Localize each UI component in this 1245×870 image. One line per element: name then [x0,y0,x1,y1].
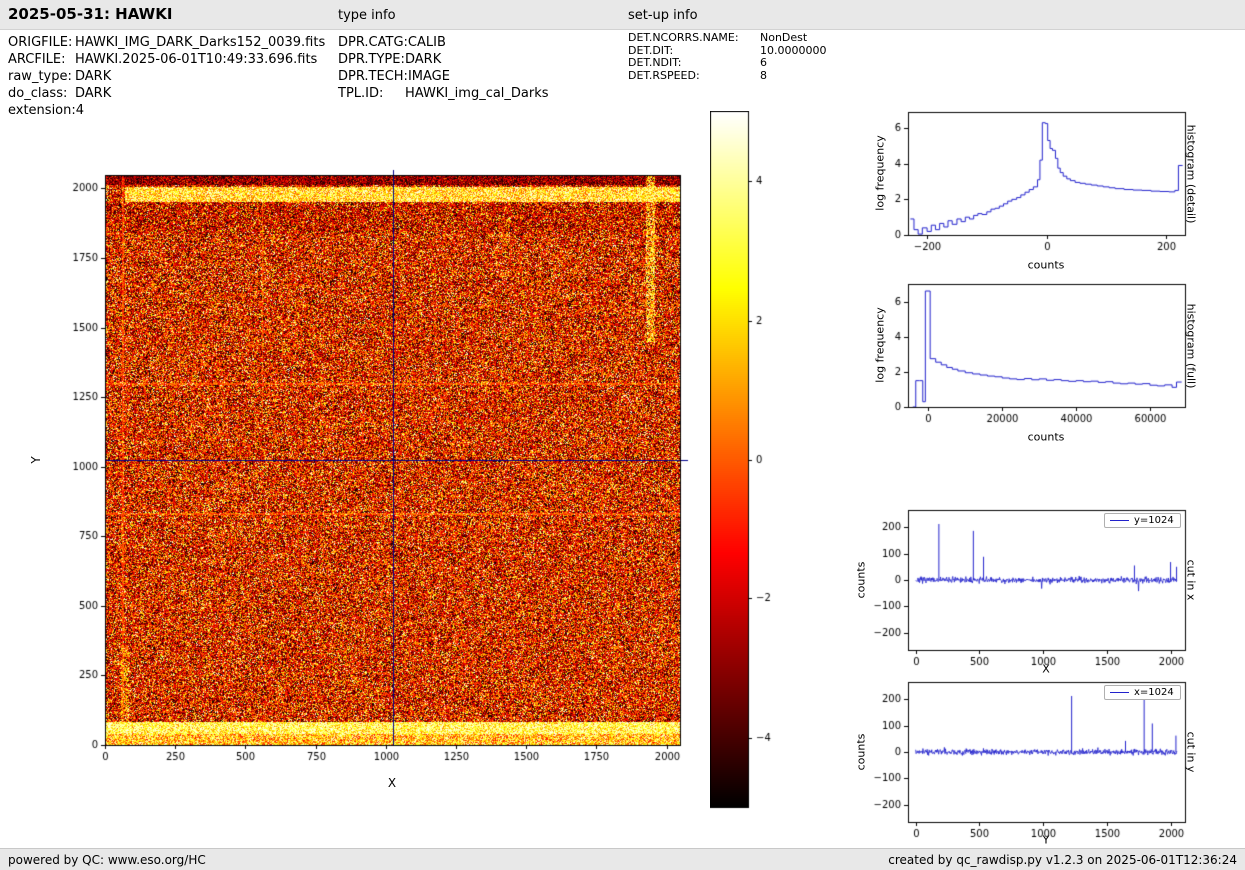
meta-label: extension: [8,103,76,118]
cut-y-right-label: cut in y [1184,731,1198,773]
hist-full-y-label: log frequency [873,307,887,383]
meta-label: DET.NCORRS.NAME: [628,31,739,44]
hist-detail-right-label: histogram (detail) [1184,124,1198,224]
meta-row-ncorrs: DET.NCORRS.NAME: NonDest [628,31,826,45]
type-info-heading: type info [338,8,396,23]
meta-label: do_class: [8,86,68,101]
hist-detail-x-label: counts [1027,258,1065,272]
cut-y-legend-line-icon [1110,692,1129,693]
meta-value: CALIB [407,35,446,50]
meta-row-do-class: do_class: DARK [8,85,325,102]
meta-row-origfile: ORIGFILE: HAWKI_IMG_DARK_Darks152_0039.f… [8,34,325,51]
hist-full-right-label: histogram (full) [1184,303,1198,389]
colorbar-canvas [710,111,780,811]
meta-row-raw-type: raw_type: DARK [8,68,325,85]
meta-label: DET.RSPEED: [628,68,700,82]
meta-value: HAWKI_IMG_DARK_Darks152_0039.fits [75,35,326,50]
cut-y-y-label: counts [854,733,868,771]
meta-value: NonDest [760,31,808,44]
meta-label: ORIGFILE: [8,35,73,50]
qc-report-page: 2025-05-31: HAWKI type info set-up info … [0,0,1245,870]
meta-row-dpr-type: DPR.TYPE: DARK [338,51,549,68]
meta-value: 8 [760,68,767,82]
page-title: 2025-05-31: HAWKI [8,5,173,23]
detector-image-canvas [60,167,700,782]
meta-value: 4 [75,103,85,118]
cut-x-legend-line-icon [1110,520,1129,521]
meta-label: DPR.TYPE: [338,52,405,67]
meta-row-tpl-id: TPL.ID: HAWKI_img_cal_Darks [338,85,549,102]
meta-label: TPL.ID: [338,86,384,101]
meta-row-dpr-tech: DPR.TECH: IMAGE [338,68,549,85]
hist-full-x-label: counts [1027,430,1065,444]
meta-row-dpr-catg: DPR.CATG: CALIB [338,34,549,51]
meta-label: raw_type: [8,69,72,84]
meta-value: HAWKI_img_cal_Darks [405,86,549,101]
cut-x-y-label: counts [854,561,868,599]
image-x-axis-label: X [387,776,397,790]
histogram-full-canvas [858,276,1193,436]
setup-info-block: DET.NCORRS.NAME: NonDest DET.DIT: 10.000… [628,31,827,83]
meta-label: ARCFILE: [8,52,66,67]
meta-label: DPR.TECH: [338,69,408,84]
meta-row-ndit: DET.NDIT: 6 [628,56,826,70]
type-info-block: DPR.CATG: CALIB DPR.TYPE: DARK DPR.TECH:… [338,34,549,102]
cut-y-legend-label: x=1024 [1134,687,1174,698]
meta-label: DET.NDIT: [628,56,682,69]
hist-detail-y-label: log frequency [873,135,887,211]
setup-info-heading: set-up info [628,8,698,23]
footer-powered-by: powered by QC: www.eso.org/HC [8,853,206,867]
meta-value: HAWKI.2025-06-01T10:49:33.696.fits [75,52,318,67]
image-y-axis-label: Y [29,456,43,464]
footer-bar: powered by QC: www.eso.org/HC created by… [0,848,1245,870]
meta-row-rspeed: DET.RSPEED: 8 [628,68,826,83]
meta-value: DARK [405,52,442,67]
cut-x-legend-label: y=1024 [1134,515,1174,526]
footer-created-by: created by qc_rawdisp.py v1.2.3 on 2025-… [888,853,1237,867]
meta-value: DARK [75,86,112,101]
meta-row-extension: extension: 4 [8,102,325,119]
file-info-block: ORIGFILE: HAWKI_IMG_DARK_Darks152_0039.f… [8,34,325,119]
meta-value: DARK [75,69,112,84]
meta-value: 10.0000000 [760,43,827,57]
histogram-detail-canvas [858,104,1193,264]
meta-value: 6 [760,56,767,69]
meta-row-arcfile: ARCFILE: HAWKI.2025-06-01T10:49:33.696.f… [8,51,325,68]
meta-value: IMAGE [407,69,450,84]
cut-y-legend: x=1024 [1104,685,1181,700]
cut-x-legend: y=1024 [1104,513,1181,528]
header-bar: 2025-05-31: HAWKI type info set-up info [0,0,1245,30]
cut-y-x-label: Y [1042,833,1050,847]
cut-x-right-label: cut in x [1184,559,1198,601]
meta-label: DPR.CATG: [338,35,408,50]
